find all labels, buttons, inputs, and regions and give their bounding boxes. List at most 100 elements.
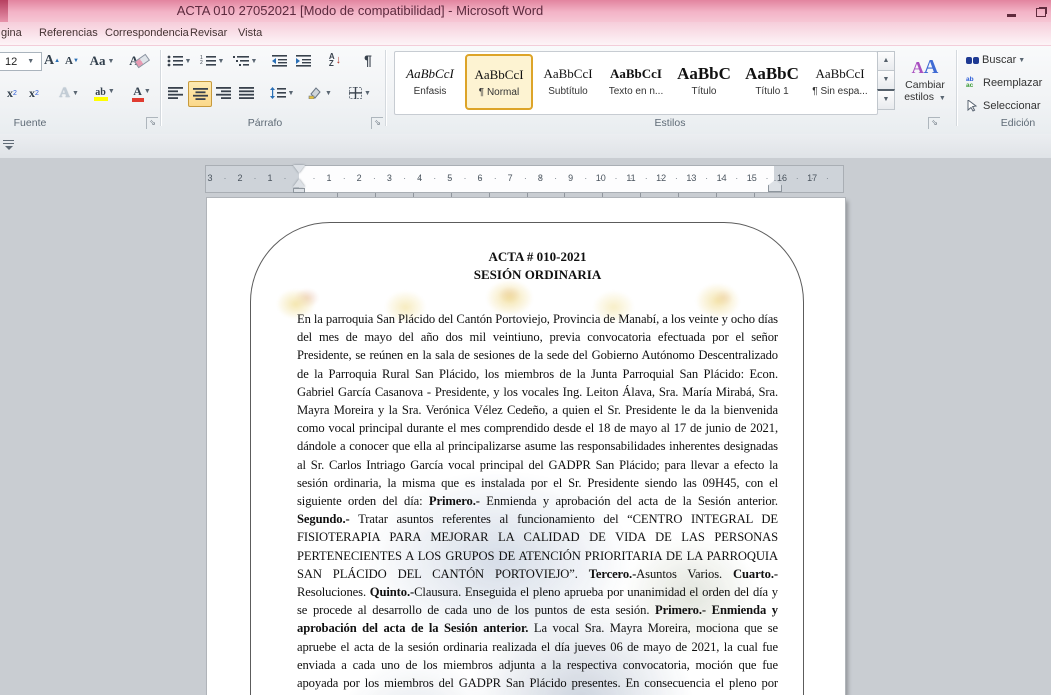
show-marks-button[interactable]: ¶ <box>358 50 378 70</box>
borders-button[interactable]: ▼ <box>345 83 375 103</box>
align-center-button[interactable] <box>188 81 212 107</box>
group-divider <box>160 50 161 126</box>
sort-button[interactable]: AZ ↓ <box>324 50 346 70</box>
decrease-indent-icon <box>272 55 287 67</box>
word-window: ACTA 010 27052021 [Modo de compatibilida… <box>0 0 1051 695</box>
sub-ribbon-strip <box>0 134 1051 159</box>
sort-icon: AZ <box>329 53 335 67</box>
estilos-dialog-launcher[interactable]: ⇘ <box>928 117 940 129</box>
group-label-parrafo: Párrafo <box>195 117 335 129</box>
font-color-icon: A <box>133 84 142 99</box>
tab-vista[interactable]: Vista <box>238 27 262 39</box>
change-case-icon: Aa <box>90 53 106 69</box>
ruler-dot: · <box>494 173 497 183</box>
fuente-dialog-launcher[interactable]: ⇘ <box>146 117 158 129</box>
restore-button[interactable] <box>1029 4 1051 19</box>
shrink-font-button[interactable]: A▼ <box>63 51 81 71</box>
line-spacing-button[interactable]: ▼ <box>268 83 296 103</box>
align-left-button[interactable] <box>165 83 185 103</box>
document-page[interactable]: ACTA # 010-2021 SESIÓN ORDINARIA En la p… <box>207 198 845 695</box>
align-right-button[interactable] <box>213 83 233 103</box>
document-title[interactable]: ACTA # 010-2021 SESIÓN ORDINARIA <box>297 248 778 283</box>
text-run: Segundo.- <box>297 512 350 526</box>
text-effects-icon: A <box>59 85 70 102</box>
ribbon-tab-row: gina Referencias Correspondencia Revisar… <box>0 22 1051 45</box>
ruler-dot: · <box>720 173 723 183</box>
change-styles-icon: AA <box>912 56 939 79</box>
bullets-button[interactable]: ▼ <box>166 51 192 71</box>
styles-more-button[interactable]: ▼ <box>877 89 895 110</box>
tab-correspondencia[interactable]: Correspondencia <box>105 27 189 39</box>
ruler-dot: · <box>735 173 738 183</box>
binoculars-icon <box>966 57 972 64</box>
text-run: Enmienda y aprobación del acta de la Ses… <box>480 494 778 508</box>
font-size-combo[interactable]: 12 ▼ <box>0 52 42 71</box>
style-sin-espaciado[interactable]: AaBbCcI ¶ Sin espa... <box>807 54 873 108</box>
parrafo-dialog-launcher[interactable]: ⇘ <box>371 117 383 129</box>
ruler-dot: · <box>811 173 814 183</box>
decrease-indent-button[interactable] <box>270 51 288 71</box>
text-effects-button[interactable]: A▼ <box>55 83 83 103</box>
ruler-dot: · <box>373 173 376 183</box>
text-run: En la parroquia San Plácido del Cantón P… <box>297 312 778 508</box>
grow-font-button[interactable]: A▲ <box>42 51 62 71</box>
tab-diseno-de-pagina[interactable]: gina <box>1 27 22 39</box>
replace-icon: abac <box>966 77 979 89</box>
change-case-button[interactable]: Aa▼ <box>88 51 116 71</box>
style-subtitulo[interactable]: AaBbCcI Subtítulo <box>535 54 601 108</box>
numbering-button[interactable]: 12▼ <box>199 51 225 71</box>
text-run: Primero.- <box>429 494 480 508</box>
ruler-dot: · <box>539 173 542 183</box>
buscar-button[interactable]: Buscar▼ <box>966 51 1025 69</box>
ruler-dot: · <box>479 173 482 183</box>
tab-revisar[interactable]: Revisar <box>190 27 227 39</box>
styles-scroll-down-button[interactable]: ▼ <box>877 70 895 90</box>
change-styles-button[interactable]: AA Cambiar estilos ▼ <box>900 50 950 110</box>
ruler-dot: · <box>464 173 467 183</box>
increase-indent-button[interactable] <box>294 51 312 71</box>
first-line-indent-marker[interactable] <box>293 165 305 173</box>
ruler-dot: · <box>705 173 708 183</box>
tab-stop-tick <box>678 193 679 197</box>
ruler-dot: · <box>796 173 799 183</box>
justify-button[interactable] <box>236 83 256 103</box>
ruler-dot: · <box>313 173 316 183</box>
ruler-dot: · <box>766 173 769 183</box>
style-normal[interactable]: AaBbCcI ¶ Normal <box>465 54 533 110</box>
font-color-button[interactable]: A ▼ <box>127 81 157 101</box>
shading-bucket-icon <box>308 87 323 99</box>
style-texto-en-negrita[interactable]: AaBbCcI Texto en n... <box>603 54 669 108</box>
document-paragraph[interactable]: En la parroquia San Plácido del Cantón P… <box>297 310 778 695</box>
left-indent-marker[interactable] <box>293 188 305 193</box>
ruler-dot: · <box>645 173 648 183</box>
clear-formatting-button[interactable]: A <box>126 51 152 71</box>
shrink-font-icon: A <box>65 55 73 67</box>
tab-referencias[interactable]: Referencias <box>39 27 98 39</box>
seleccionar-button[interactable]: Seleccionar <box>966 97 1040 115</box>
ruler-number: 3 <box>207 173 212 183</box>
text-run: Asuntos Varios. <box>636 567 733 581</box>
select-arrow-icon <box>966 100 978 112</box>
line-spacing-icon <box>270 87 286 99</box>
hanging-indent-marker[interactable] <box>293 179 305 187</box>
multilevel-list-button[interactable]: ▼ <box>232 51 258 71</box>
ruler-dot: · <box>509 173 512 183</box>
style-titulo[interactable]: AaBbC Título <box>671 54 737 108</box>
ruler-dot: · <box>358 173 361 183</box>
ruler-dot: · <box>224 173 227 183</box>
reemplazar-button[interactable]: abac Reemplazar <box>966 74 1042 92</box>
ruler-dot: · <box>388 173 391 183</box>
ribbon: 12 ▼ A▲ A▼ Aa▼ A x2 x2 A▼ ab ▼ <box>0 45 1051 135</box>
shading-button[interactable]: ▼ <box>305 83 335 103</box>
minimize-button[interactable] <box>999 4 1023 19</box>
tab-stop-tick <box>602 193 603 197</box>
styles-scroll-up-button[interactable]: ▲ <box>877 51 895 71</box>
horizontal-ruler[interactable]: 321···1234567891011121314151617·········… <box>205 165 844 193</box>
ribbon-collapse-icon[interactable] <box>3 140 14 150</box>
style-enfasis[interactable]: AaBbCcI Énfasis <box>397 54 463 108</box>
style-titulo-1[interactable]: AaBbC Título 1 <box>739 54 805 108</box>
workspace: 321···1234567891011121314151617·········… <box>0 158 1051 695</box>
subscript-button[interactable]: x2 <box>2 83 22 103</box>
highlight-color-button[interactable]: ab ▼ <box>90 81 120 101</box>
superscript-button[interactable]: x2 <box>24 83 44 103</box>
